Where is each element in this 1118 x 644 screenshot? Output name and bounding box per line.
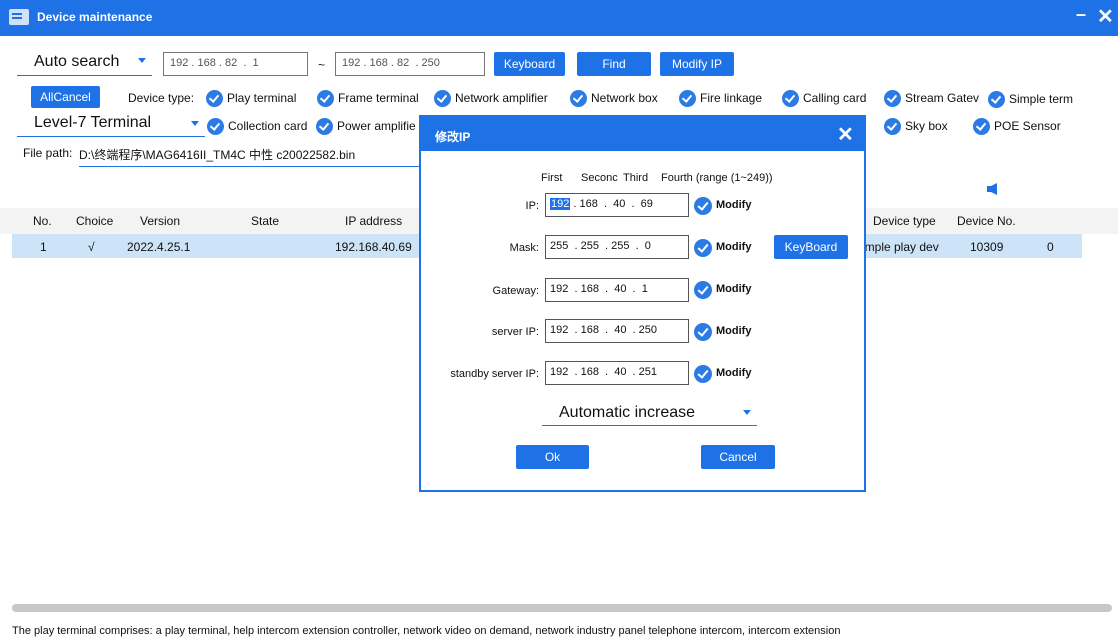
check-icon xyxy=(694,365,712,383)
col-ip-address[interactable]: IP address xyxy=(345,214,402,228)
col-third-label: Third xyxy=(623,172,649,184)
check-icon xyxy=(694,197,712,215)
check-icon xyxy=(988,91,1005,108)
col-version[interactable]: Version xyxy=(140,214,180,228)
keyboard-button[interactable]: Keyboard xyxy=(494,52,565,76)
device-type-stream-gateway[interactable]: Stream Gatev xyxy=(884,90,979,107)
check-icon xyxy=(206,90,223,107)
find-button[interactable]: Find xyxy=(577,52,651,76)
device-maintenance-window: Device maintenance – ✕ Auto search 192 .… xyxy=(0,0,1118,644)
device-type-sky-box[interactable]: Sky box xyxy=(884,118,948,135)
cell-device-type: imple play dev xyxy=(862,240,939,254)
col-second-label: Seconc xyxy=(581,172,618,184)
check-icon xyxy=(694,323,712,341)
ip-end-field[interactable]: 192 . 168 . 82 . 250 xyxy=(335,52,485,76)
cell-extra: 0 xyxy=(1047,240,1054,254)
check-icon xyxy=(317,90,334,107)
standby-server-ip-label: standby server IP: xyxy=(450,368,539,380)
app-icon xyxy=(9,9,29,25)
device-type-network-amplifier[interactable]: Network amplifier xyxy=(434,90,548,107)
footer-description: The play terminal comprises: a play term… xyxy=(12,625,841,637)
device-type-play-terminal[interactable]: Play terminal xyxy=(206,90,296,107)
chevron-down-icon xyxy=(743,410,751,415)
check-icon xyxy=(782,90,799,107)
window-title: Device maintenance xyxy=(37,10,153,24)
search-mode-select[interactable]: Auto search xyxy=(17,50,152,76)
search-mode-value: Auto search xyxy=(34,53,120,70)
dialog-standby-server-ip-field[interactable]: 192 . 168 . 40 . 251 xyxy=(545,361,689,385)
device-type-poe-sensor[interactable]: POE Sensor xyxy=(973,118,1061,135)
horizontal-scrollbar[interactable] xyxy=(12,604,1112,612)
cell-ip: 192.168.40.69 xyxy=(335,240,412,254)
check-icon xyxy=(207,118,224,135)
gateway-modify-check[interactable]: Modify xyxy=(694,281,751,299)
chevron-down-icon xyxy=(138,58,146,63)
device-type-collection-card[interactable]: Collection card xyxy=(207,118,307,135)
mask-label: Mask: xyxy=(509,242,539,254)
gateway-label: Gateway: xyxy=(492,285,539,297)
file-path-label: File path: xyxy=(23,146,73,160)
server-ip-modify-check[interactable]: Modify xyxy=(694,323,751,341)
range-separator: ~ xyxy=(318,58,326,72)
check-icon xyxy=(434,90,451,107)
check-icon xyxy=(694,281,712,299)
device-type-network-box[interactable]: Network box xyxy=(570,90,658,107)
device-type-simple-terminal[interactable]: Simple term xyxy=(988,91,1073,108)
modify-ip-button[interactable]: Modify IP xyxy=(660,52,734,76)
standby-server-ip-modify-check[interactable]: Modify xyxy=(694,365,751,383)
dialog-keyboard-button[interactable]: KeyBoard xyxy=(774,235,848,259)
increase-mode-value: Automatic increase xyxy=(559,404,696,421)
col-choice[interactable]: Choice xyxy=(76,214,113,228)
col-first-label: First xyxy=(541,172,563,184)
close-icon[interactable]: ✕ xyxy=(1097,4,1114,29)
check-icon xyxy=(973,118,990,135)
cell-no: 1 xyxy=(40,240,47,254)
mask-modify-check[interactable]: Modify xyxy=(694,239,751,257)
cell-version: 2022.4.25.1 xyxy=(127,240,191,254)
ok-button[interactable]: Ok xyxy=(516,445,589,469)
title-bar: Device maintenance – ✕ xyxy=(0,0,1118,36)
ip-start-field[interactable]: 192 . 168 . 82 . 1 xyxy=(163,52,308,76)
dialog-server-ip-field[interactable]: 192 . 168 . 40 . 250 xyxy=(545,319,689,343)
col-state[interactable]: State xyxy=(251,214,279,228)
check-icon xyxy=(570,90,587,107)
device-type-calling-card[interactable]: Calling card xyxy=(782,90,866,107)
chevron-down-icon xyxy=(191,121,199,126)
device-type-frame-terminal[interactable]: Frame terminal xyxy=(317,90,419,107)
check-icon xyxy=(884,90,901,107)
col-fourth-label: Fourth (range (1~249)) xyxy=(661,172,773,184)
modify-ip-dialog: 修改IP ✕ First Seconc Third Fourth (range … xyxy=(419,115,866,492)
file-path-field[interactable]: D:\终端程序\MAG6416II_TM4C 中性 c20022582.bin xyxy=(79,146,419,167)
col-no[interactable]: No. xyxy=(33,214,52,228)
device-type-fire-linkage[interactable]: Fire linkage xyxy=(679,90,762,107)
minimize-icon[interactable]: – xyxy=(1076,4,1086,25)
col-device-no[interactable]: Device No. xyxy=(957,214,1016,228)
cancel-button[interactable]: Cancel xyxy=(701,445,775,469)
level-select-value: Level-7 Terminal xyxy=(34,114,152,131)
check-icon xyxy=(884,118,901,135)
check-icon xyxy=(679,90,696,107)
cell-choice[interactable]: √ xyxy=(88,240,95,254)
dialog-close-icon[interactable]: ✕ xyxy=(837,122,854,147)
col-device-type[interactable]: Device type xyxy=(873,214,936,228)
device-type-label: Device type: xyxy=(128,91,195,105)
dialog-mask-field[interactable]: 255 . 255 . 255 . 0 xyxy=(545,235,689,259)
dialog-header: 修改IP ✕ xyxy=(421,117,864,151)
increase-mode-select[interactable]: Automatic increase xyxy=(542,402,757,426)
ip-label: IP: xyxy=(525,200,539,212)
speaker-icon[interactable] xyxy=(987,183,999,195)
cell-device-no: 10309 xyxy=(970,240,1004,254)
device-type-power-amplifier[interactable]: Power amplifie xyxy=(316,118,416,135)
ip-modify-check[interactable]: Modify xyxy=(694,197,751,215)
level-select[interactable]: Level-7 Terminal xyxy=(17,113,205,137)
allcancel-button[interactable]: AllCancel xyxy=(31,86,100,108)
check-icon xyxy=(694,239,712,257)
dialog-ip-field[interactable]: 192 . 168 . 40 . 69 xyxy=(545,193,689,217)
check-icon xyxy=(316,118,333,135)
dialog-title: 修改IP xyxy=(435,130,471,144)
dialog-gateway-field[interactable]: 192 . 168 . 40 . 1 xyxy=(545,278,689,302)
server-ip-label: server IP: xyxy=(491,326,539,338)
